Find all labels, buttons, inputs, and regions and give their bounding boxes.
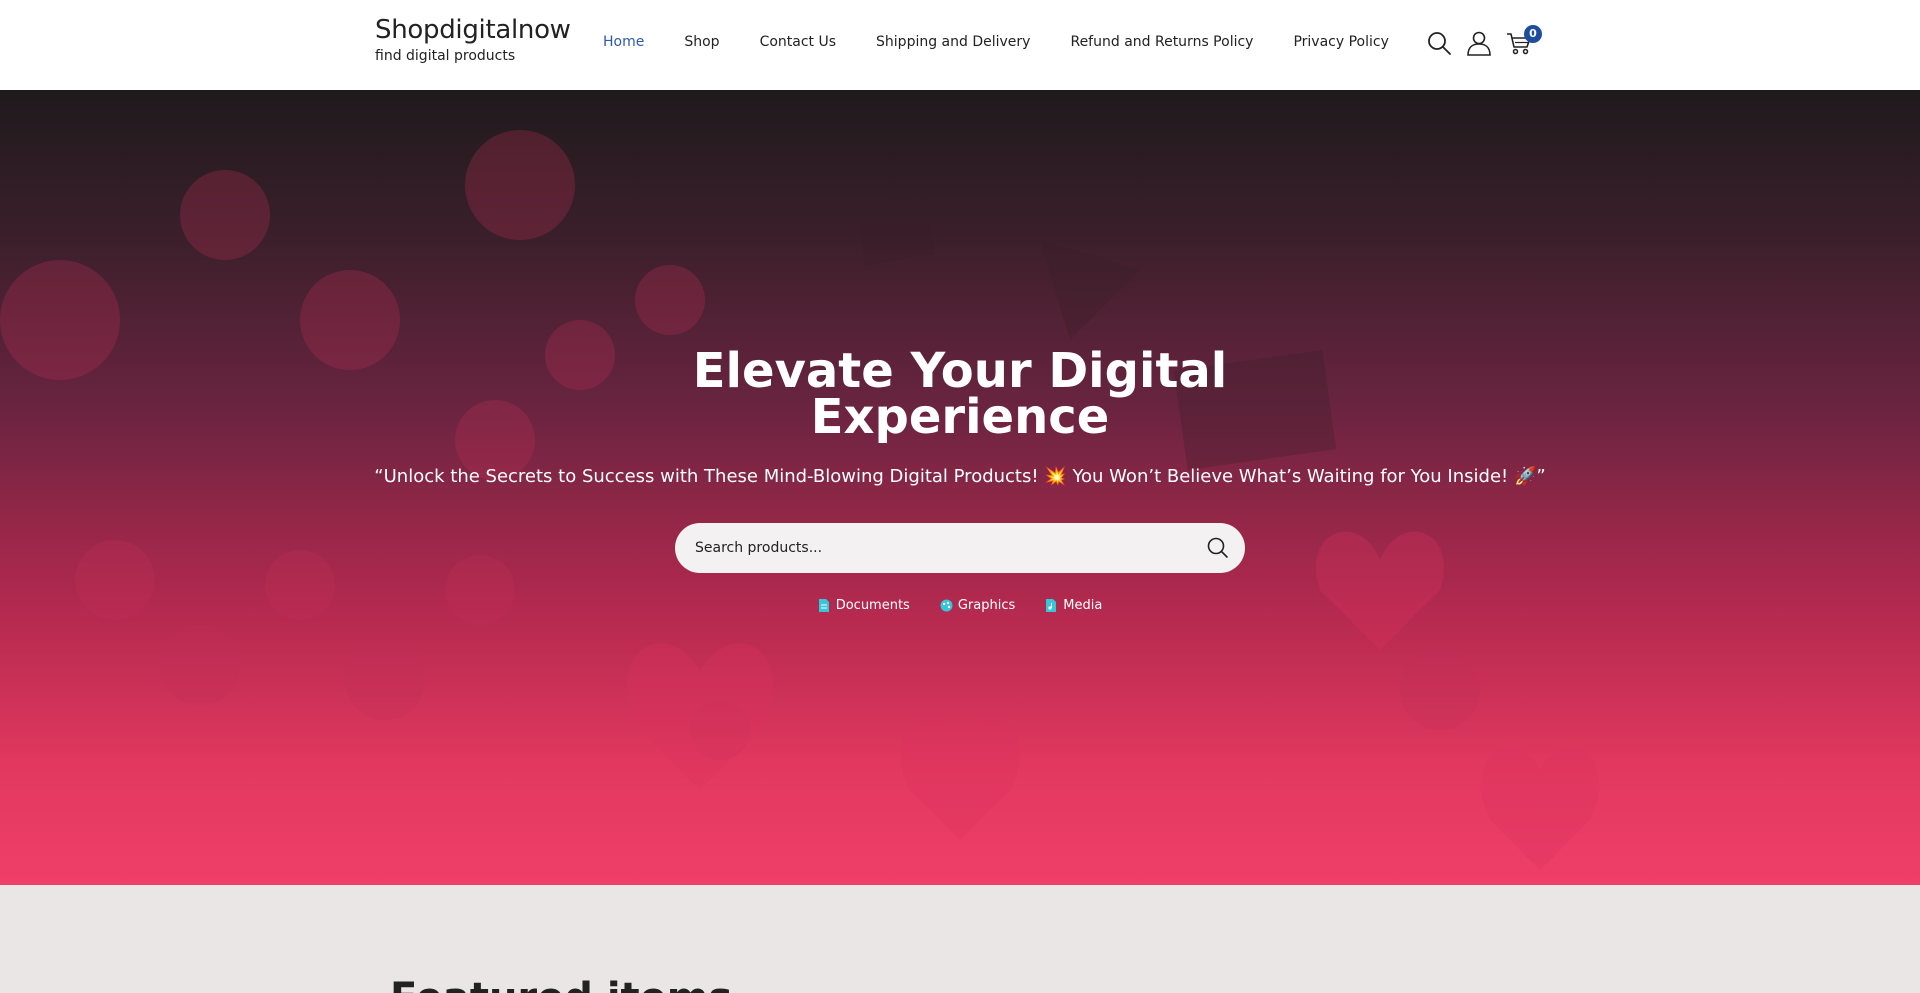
category-media[interactable]: Media xyxy=(1045,598,1102,613)
hero-title-line-2: Experience xyxy=(810,389,1110,445)
product-search-input[interactable] xyxy=(695,523,1175,573)
main-nav: Home Shop Contact Us Shipping and Delive… xyxy=(603,34,1429,50)
nav-privacy-policy[interactable]: Privacy Policy xyxy=(1293,34,1388,50)
graphics-icon xyxy=(940,599,953,612)
hero-section: Elevate Your Digital Experience “Unlock … xyxy=(0,90,1920,885)
category-graphics[interactable]: Graphics xyxy=(940,598,1015,613)
category-documents[interactable]: Documents xyxy=(818,598,910,613)
nav-shop[interactable]: Shop xyxy=(684,34,719,50)
cart-count-badge: 0 xyxy=(1524,25,1542,43)
category-links: Documents Graphics Media xyxy=(0,598,1920,613)
product-search-box xyxy=(675,523,1245,573)
site-header: Shopdigitalnow find digital products Hom… xyxy=(0,0,1920,90)
nav-refund-returns[interactable]: Refund and Returns Policy xyxy=(1070,34,1253,50)
nav-shipping-delivery[interactable]: Shipping and Delivery xyxy=(876,34,1030,50)
search-icon[interactable] xyxy=(1426,30,1452,56)
featured-items-heading: Featured items xyxy=(390,975,732,993)
nav-contact-us[interactable]: Contact Us xyxy=(760,34,836,50)
search-submit-icon[interactable] xyxy=(1205,535,1231,561)
document-icon xyxy=(818,599,830,612)
hero-background-decoration xyxy=(0,130,1600,870)
hero-subtitle: “Unlock the Secrets to Success with Thes… xyxy=(374,466,1546,487)
site-tagline: find digital products xyxy=(375,48,516,64)
hero-title: Elevate Your Digital Experience xyxy=(0,347,1920,441)
nav-home[interactable]: Home xyxy=(603,34,644,50)
user-icon[interactable] xyxy=(1466,30,1492,56)
category-media-label: Media xyxy=(1063,598,1103,613)
cart-icon[interactable]: 0 xyxy=(1506,25,1542,56)
header-icons: 0 xyxy=(1426,25,1542,56)
category-documents-label: Documents xyxy=(835,598,910,613)
category-graphics-label: Graphics xyxy=(957,598,1016,613)
brand[interactable]: Shopdigitalnow find digital products xyxy=(375,14,571,64)
media-icon xyxy=(1045,599,1057,612)
site-title[interactable]: Shopdigitalnow xyxy=(375,14,571,46)
